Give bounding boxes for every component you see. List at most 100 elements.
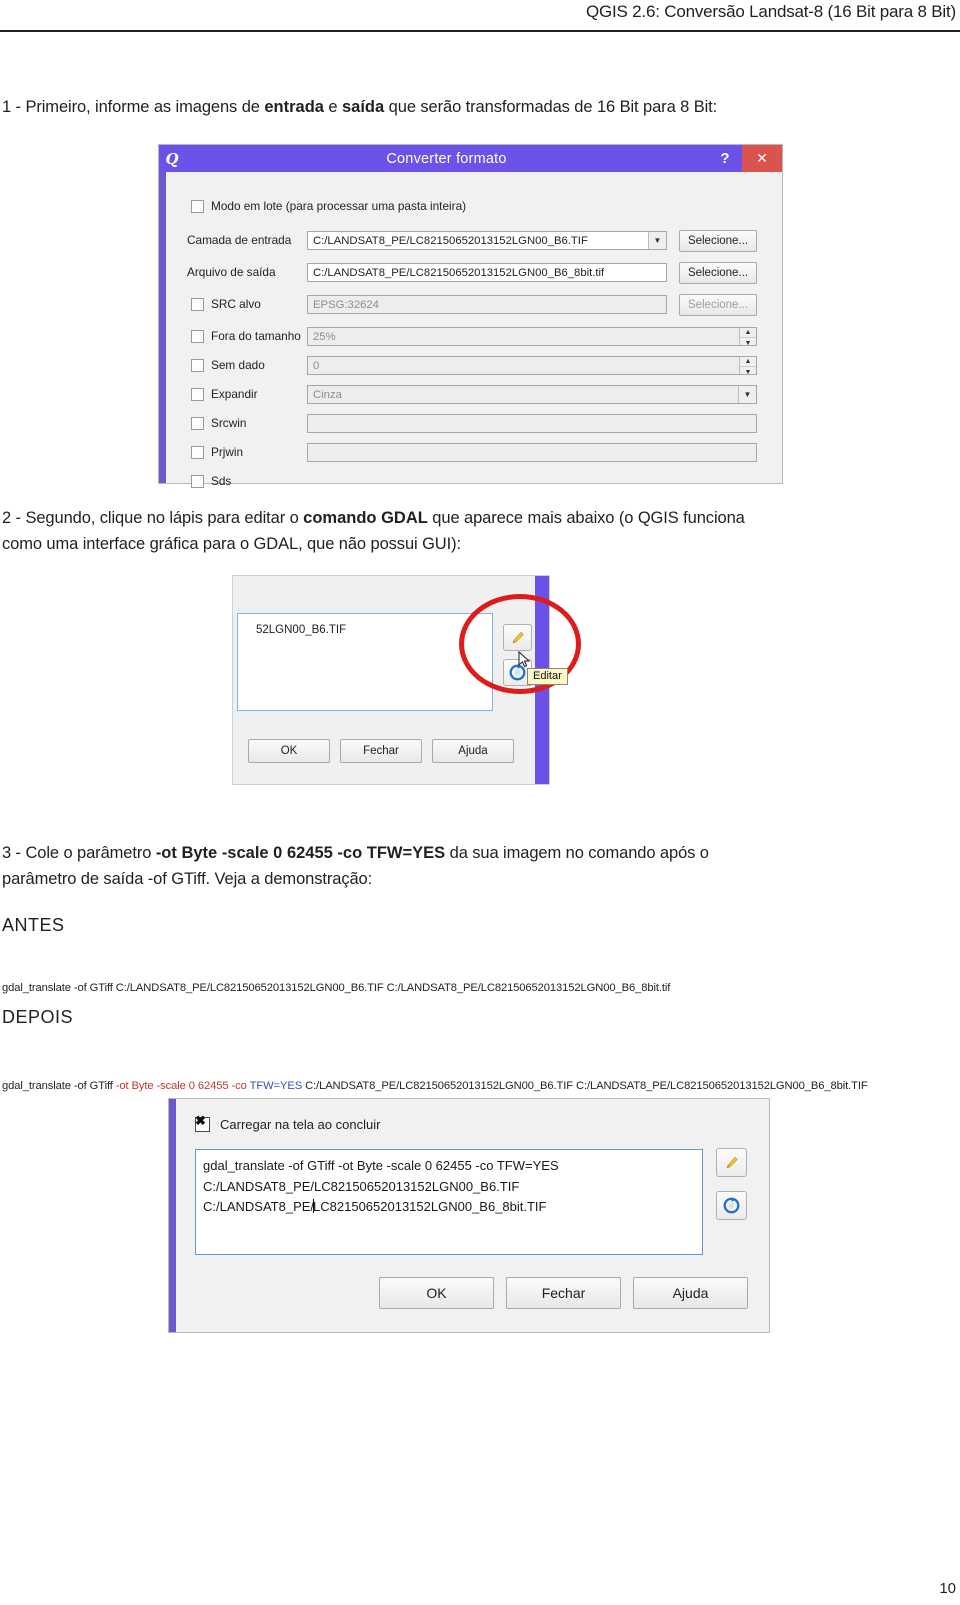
dialog-titlebar: Q Converter formato ? ✕	[159, 145, 782, 172]
close-icon[interactable]: ✕	[742, 145, 782, 172]
target-crs-checkbox[interactable]	[191, 297, 204, 311]
dialog-title: Converter formato	[386, 150, 507, 167]
output-file-label: Arquivo de saída	[187, 265, 276, 279]
gdal-command-line-3-part-a: C:/LANDSAT8_PE/	[203, 1199, 315, 1214]
step-2-text-post: que aparece mais abaixo (o QGIS funciona	[427, 509, 745, 527]
target-crs-browse-button[interactable]: Selecione...	[679, 294, 757, 316]
step-3-paragraph-line2: parâmetro de saída -of GTiff. Veja a dem…	[2, 866, 958, 892]
header-divider	[0, 30, 960, 32]
close-button[interactable]: Fechar	[506, 1277, 621, 1309]
gdal-command-line-3: C:/LANDSAT8_PE/LC82150652013152LGN00_B6_…	[203, 1197, 702, 1218]
input-layer-row: Camada de entrada	[187, 233, 291, 247]
gdal-command-dialog[interactable]: Carregar na tela ao concluir gdal_transl…	[168, 1098, 770, 1333]
edit-pencil-button[interactable]	[716, 1148, 747, 1177]
refresh-icon	[723, 1197, 740, 1214]
sds-label: Sds	[211, 474, 232, 488]
target-crs-row[interactable]: SRC alvo	[191, 297, 261, 311]
step-1-bold-saida: saída	[342, 98, 385, 116]
pencil-icon	[726, 1156, 738, 1168]
ok-button[interactable]: OK	[248, 739, 330, 763]
nodata-spinbox[interactable]: 0 ▲ ▼	[307, 356, 757, 375]
gdal-command-line-3-part-b: LC82150652013152LGN00_B6_8bit.TIF	[313, 1199, 547, 1214]
command-textbox[interactable]: 52LGN00_B6.TIF	[237, 613, 493, 711]
help-icon[interactable]: ?	[708, 150, 742, 167]
step-2-bold-comando-gdal: comando GDAL	[303, 509, 428, 527]
output-file-row: Arquivo de saída	[187, 265, 276, 279]
batch-mode-row[interactable]: Modo em lote (para processar uma pasta i…	[191, 199, 466, 213]
srcwin-input[interactable]	[307, 414, 757, 433]
step-1-text-post: que serão transformadas de 16 Bit para 8…	[384, 98, 718, 116]
load-on-complete-row[interactable]: Carregar na tela ao concluir	[195, 1114, 381, 1132]
command-textbox-line: 52LGN00_B6.TIF	[256, 624, 347, 636]
step-3-text-line2: parâmetro de saída -of GTiff. Veja a dem…	[2, 870, 373, 888]
outsize-value: 25%	[313, 330, 336, 343]
step-2-text-pre: 2 - Segundo, clique no lápis para editar…	[2, 509, 304, 527]
chevron-down-icon[interactable]: ▼	[648, 232, 666, 249]
stepper-up-icon[interactable]: ▲	[740, 357, 756, 367]
output-file-value: C:/LANDSAT8_PE/LC82150652013152LGN00_B6_…	[313, 266, 605, 279]
prjwin-label: Prjwin	[211, 445, 244, 459]
dialog-left-accent-bar	[159, 145, 166, 483]
stepper-up-icon[interactable]: ▲	[740, 328, 756, 338]
outsize-spinbox[interactable]: 25% ▲ ▼	[307, 327, 757, 346]
srcwin-checkbox[interactable]	[191, 416, 204, 430]
step-1-bold-entrada: entrada	[264, 98, 324, 116]
ok-button[interactable]: OK	[379, 1277, 494, 1309]
sds-checkbox[interactable]	[191, 474, 204, 488]
nodata-checkbox[interactable]	[191, 358, 204, 372]
load-on-complete-label: Carregar na tela ao concluir	[220, 1117, 381, 1132]
gdal-command-textarea[interactable]: gdal_translate -of GTiff -ot Byte -scale…	[195, 1149, 703, 1255]
nodata-row[interactable]: Sem dado	[191, 358, 265, 372]
step-3-bold-params: -ot Byte -scale 0 62455 -co TFW=YES	[155, 844, 446, 862]
qgis-logo-icon: Q	[165, 149, 179, 168]
output-file-input[interactable]: C:/LANDSAT8_PE/LC82150652013152LGN00_B6_…	[307, 263, 667, 282]
nodata-stepper[interactable]: ▲ ▼	[739, 357, 756, 375]
stepper-down-icon[interactable]: ▼	[740, 338, 756, 346]
depois-command-param2: TFW=YES	[249, 1080, 303, 1092]
prjwin-input[interactable]	[307, 443, 757, 462]
sds-row[interactable]: Sds	[191, 474, 231, 488]
expand-row[interactable]: Expandir	[191, 387, 258, 401]
depois-section-title: DEPOIS	[2, 1007, 74, 1027]
step-3-paragraph: 3 - Cole o parâmetro -ot Byte -scale 0 6…	[2, 840, 958, 866]
outsize-row[interactable]: Fora do tamanho	[191, 329, 301, 343]
antes-command: gdal_translate -of GTiff C:/LANDSAT8_PE/…	[2, 982, 671, 994]
input-layer-browse-button[interactable]: Selecione...	[679, 230, 757, 252]
step-1-text-mid: e	[323, 98, 342, 116]
expand-value: Cinza	[313, 388, 342, 401]
outsize-stepper[interactable]: ▲ ▼	[739, 328, 756, 346]
close-button[interactable]: Fechar	[340, 739, 422, 763]
prjwin-checkbox[interactable]	[191, 445, 204, 459]
expand-checkbox[interactable]	[191, 387, 204, 401]
edit-command-figure[interactable]: 52LGN00_B6.TIF Editar OK Fechar Ajuda	[232, 575, 581, 785]
batch-mode-checkbox[interactable]	[191, 199, 204, 213]
srcwin-label: Srcwin	[211, 416, 247, 430]
help-button[interactable]: Ajuda	[432, 739, 514, 763]
help-button[interactable]: Ajuda	[633, 1277, 748, 1309]
step-1-paragraph: 1 - Primeiro, informe as imagens de entr…	[2, 94, 952, 120]
target-crs-label: SRC alvo	[211, 297, 261, 311]
input-layer-value: C:/LANDSAT8_PE/LC82150652013152LGN00_B6.…	[313, 234, 588, 247]
gdal-command-line-1: gdal_translate -of GTiff -ot Byte -scale…	[203, 1158, 559, 1173]
outsize-checkbox[interactable]	[191, 329, 204, 343]
antes-section-title: ANTES	[2, 915, 65, 935]
stepper-down-icon[interactable]: ▼	[740, 367, 756, 375]
expand-combo[interactable]: Cinza ▼	[307, 385, 757, 404]
chevron-down-icon[interactable]: ▼	[738, 386, 756, 403]
srcwin-row[interactable]: Srcwin	[191, 416, 246, 430]
target-crs-input[interactable]: EPSG:32624	[307, 295, 667, 314]
step-3-text-post: da sua imagem no comando após o	[445, 844, 709, 862]
editar-tooltip: Editar	[527, 668, 568, 685]
refresh-button[interactable]	[716, 1191, 747, 1220]
load-on-complete-checkbox[interactable]	[195, 1114, 210, 1132]
depois-command-pre: gdal_translate -of GTiff	[2, 1080, 116, 1092]
prjwin-row[interactable]: Prjwin	[191, 445, 243, 459]
gdal-command-line-2: C:/LANDSAT8_PE/LC82150652013152LGN00_B6.…	[203, 1178, 520, 1194]
page-number: 10	[939, 1580, 956, 1597]
outsize-label: Fora do tamanho	[211, 329, 301, 343]
step-2-paragraph: 2 - Segundo, clique no lápis para editar…	[2, 505, 958, 531]
output-file-browse-button[interactable]: Selecione...	[679, 262, 757, 284]
input-layer-combo[interactable]: C:/LANDSAT8_PE/LC82150652013152LGN00_B6.…	[307, 231, 667, 250]
converter-formato-dialog[interactable]: Q Converter formato ? ✕ Modo em lote (pa…	[158, 144, 783, 488]
depois-command-param1: -ot Byte -scale 0 62455 -co	[115, 1080, 250, 1092]
